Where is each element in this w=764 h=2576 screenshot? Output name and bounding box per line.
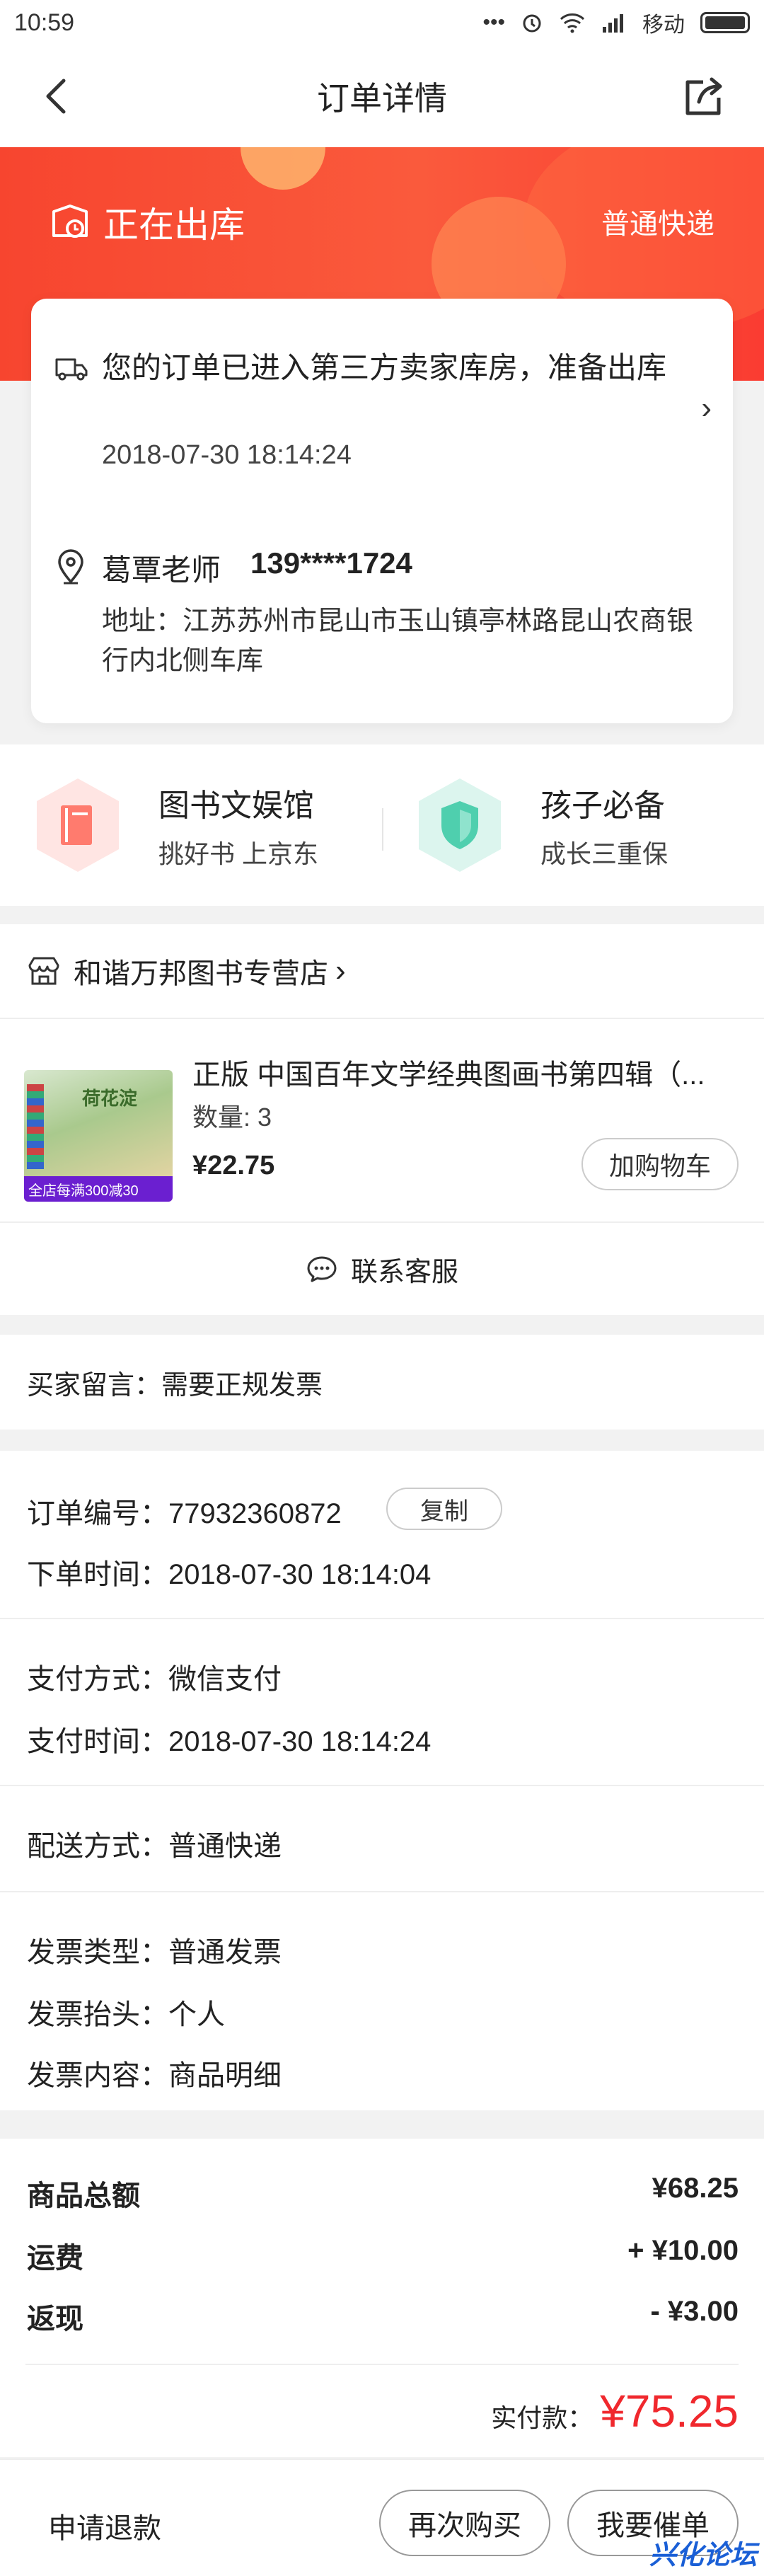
product-image[interactable]: 荷花淀 全店每满300减30 bbox=[24, 1070, 173, 1202]
contact-service-label: 联系客服 bbox=[350, 1257, 458, 1287]
share-icon[interactable] bbox=[678, 71, 729, 122]
status-time: 10:59 bbox=[14, 8, 75, 36]
page-title: 订单详情 bbox=[317, 80, 447, 117]
carrier-label: 移动 bbox=[642, 13, 685, 37]
chat-icon bbox=[307, 1256, 337, 1282]
store-section: 和谐万邦图书专营店 › 荷花淀 全店每满300减30 正版 中国百年文学经典图画… bbox=[0, 924, 764, 1315]
invoice-type: 发票类型：普通发票 bbox=[27, 1937, 282, 1968]
add-to-cart-button[interactable]: 加购物车 bbox=[581, 1138, 739, 1190]
payment-time: 支付时间：2018-07-30 18:14:24 bbox=[27, 1726, 432, 1757]
cashback-label: 返现 bbox=[27, 2304, 83, 2335]
invoice-content: 发票内容：商品明细 bbox=[27, 2060, 282, 2091]
recipient-name: 葛覃老师 bbox=[102, 553, 221, 587]
divider bbox=[0, 1785, 764, 1786]
refund-link[interactable]: 申请退款 bbox=[48, 2505, 161, 2546]
warehouse-clock-icon bbox=[52, 205, 88, 238]
promo-kids[interactable]: 孩子必备 成长三重保 bbox=[415, 776, 668, 875]
promo-divider bbox=[382, 808, 383, 851]
freight-label: 运费 bbox=[27, 2243, 83, 2274]
shipping-message[interactable]: 您的订单已进入第三方卖家库房，准备出库 bbox=[102, 347, 682, 389]
delivery-method: 配送方式：普通快递 bbox=[27, 1831, 282, 1862]
status-bar: 10:59 ••• 移动 bbox=[0, 0, 764, 45]
amount-paid-value: ¥75.25 bbox=[600, 2386, 739, 2437]
price-summary: 商品总额 ¥68.25 运费 + ¥10.00 返现 - ¥3.00 实付款： … bbox=[0, 2139, 764, 2457]
store-name: 和谐万邦图书专营店 bbox=[74, 958, 328, 989]
status-icons: ••• 移动 bbox=[482, 7, 750, 38]
delivery-type: 普通快递 bbox=[601, 209, 714, 240]
chevron-right-icon[interactable]: › bbox=[701, 391, 712, 426]
buyer-remark: 买家留言：需要正规发票 bbox=[0, 1335, 764, 1430]
order-status: 正在出库 bbox=[50, 197, 245, 248]
shipping-time: 2018-07-30 18:14:24 bbox=[102, 440, 352, 470]
cashback-value: - ¥3.00 bbox=[650, 2296, 739, 2327]
promo-kids-title: 孩子必备 bbox=[540, 788, 665, 823]
location-icon bbox=[58, 549, 83, 585]
truck-icon bbox=[55, 358, 88, 381]
product-title[interactable]: 正版 中国百年文学经典图画书第四辑（... bbox=[192, 1052, 737, 1093]
signal-icon bbox=[603, 14, 623, 33]
store-icon bbox=[28, 957, 59, 985]
order-info: 订单编号：77932360872 复制 下单时间：2018-07-30 18:1… bbox=[0, 1451, 764, 2110]
bottom-action-bar: 申请退款 再次购买 我要催单 兴化论坛 bbox=[0, 2459, 764, 2576]
recipient-phone: 139****1724 bbox=[250, 546, 412, 580]
order-status-text: 正在出库 bbox=[103, 205, 245, 245]
recipient-row: 葛覃老师 139****1724 bbox=[102, 546, 412, 590]
nav-bar: 订单详情 bbox=[0, 45, 764, 147]
product-price: ¥22.75 bbox=[192, 1151, 275, 1180]
divider bbox=[0, 1618, 764, 1619]
product-cover-title: 荷花淀 bbox=[82, 1088, 138, 1109]
more-dots-icon: ••• bbox=[482, 11, 505, 34]
contact-service-button[interactable]: 联系客服 bbox=[0, 1221, 764, 1315]
alarm-icon bbox=[523, 14, 541, 33]
banner-decoration bbox=[241, 147, 325, 190]
buy-again-button[interactable]: 再次购买 bbox=[379, 2490, 550, 2556]
copy-button[interactable]: 复制 bbox=[386, 1488, 502, 1530]
order-time: 下单时间：2018-07-30 18:14:04 bbox=[27, 1559, 432, 1590]
promo-kids-subtitle: 成长三重保 bbox=[540, 839, 668, 868]
battery-icon bbox=[700, 12, 750, 33]
back-arrow-icon[interactable] bbox=[35, 74, 81, 119]
book-icon bbox=[33, 776, 123, 875]
payment-method: 支付方式：微信支付 bbox=[27, 1664, 282, 1695]
amount-paid: 实付款： ¥75.25 bbox=[491, 2385, 739, 2437]
divider bbox=[25, 2364, 739, 2365]
amount-paid-label: 实付款： bbox=[491, 2403, 594, 2432]
promo-books-subtitle: 挑好书 上京东 bbox=[158, 839, 319, 868]
product-quantity: 数量: 3 bbox=[192, 1103, 272, 1132]
divider bbox=[0, 1891, 764, 1892]
promo-books-title: 图书文娱馆 bbox=[158, 788, 314, 823]
promo-row: 图书文娱馆 挑好书 上京东 孩子必备 成长三重保 bbox=[0, 744, 764, 906]
watermark: 兴化论坛 bbox=[649, 2541, 757, 2570]
order-number: 订单编号：77932360872 bbox=[27, 1498, 342, 1529]
promo-band: 全店每满300减30 bbox=[24, 1176, 173, 1202]
goods-total-label: 商品总额 bbox=[27, 2180, 140, 2212]
store-header[interactable]: 和谐万邦图书专营店 › bbox=[0, 924, 764, 1019]
shipping-card: 您的订单已进入第三方卖家库房，准备出库 2018-07-30 18:14:24 … bbox=[31, 299, 733, 723]
book-spines bbox=[27, 1084, 44, 1169]
goods-total-value: ¥68.25 bbox=[652, 2173, 739, 2204]
freight-value: + ¥10.00 bbox=[627, 2235, 739, 2266]
store-chevron-icon: › bbox=[335, 953, 346, 988]
wifi-icon bbox=[560, 13, 585, 33]
shield-icon bbox=[415, 776, 505, 875]
invoice-title: 发票抬头：个人 bbox=[27, 1999, 225, 2030]
recipient-address: 地址：江苏苏州市昆山市玉山镇亭林路昆山农商银行内北侧车库 bbox=[102, 606, 694, 676]
promo-books[interactable]: 图书文娱馆 挑好书 上京东 bbox=[33, 776, 318, 875]
